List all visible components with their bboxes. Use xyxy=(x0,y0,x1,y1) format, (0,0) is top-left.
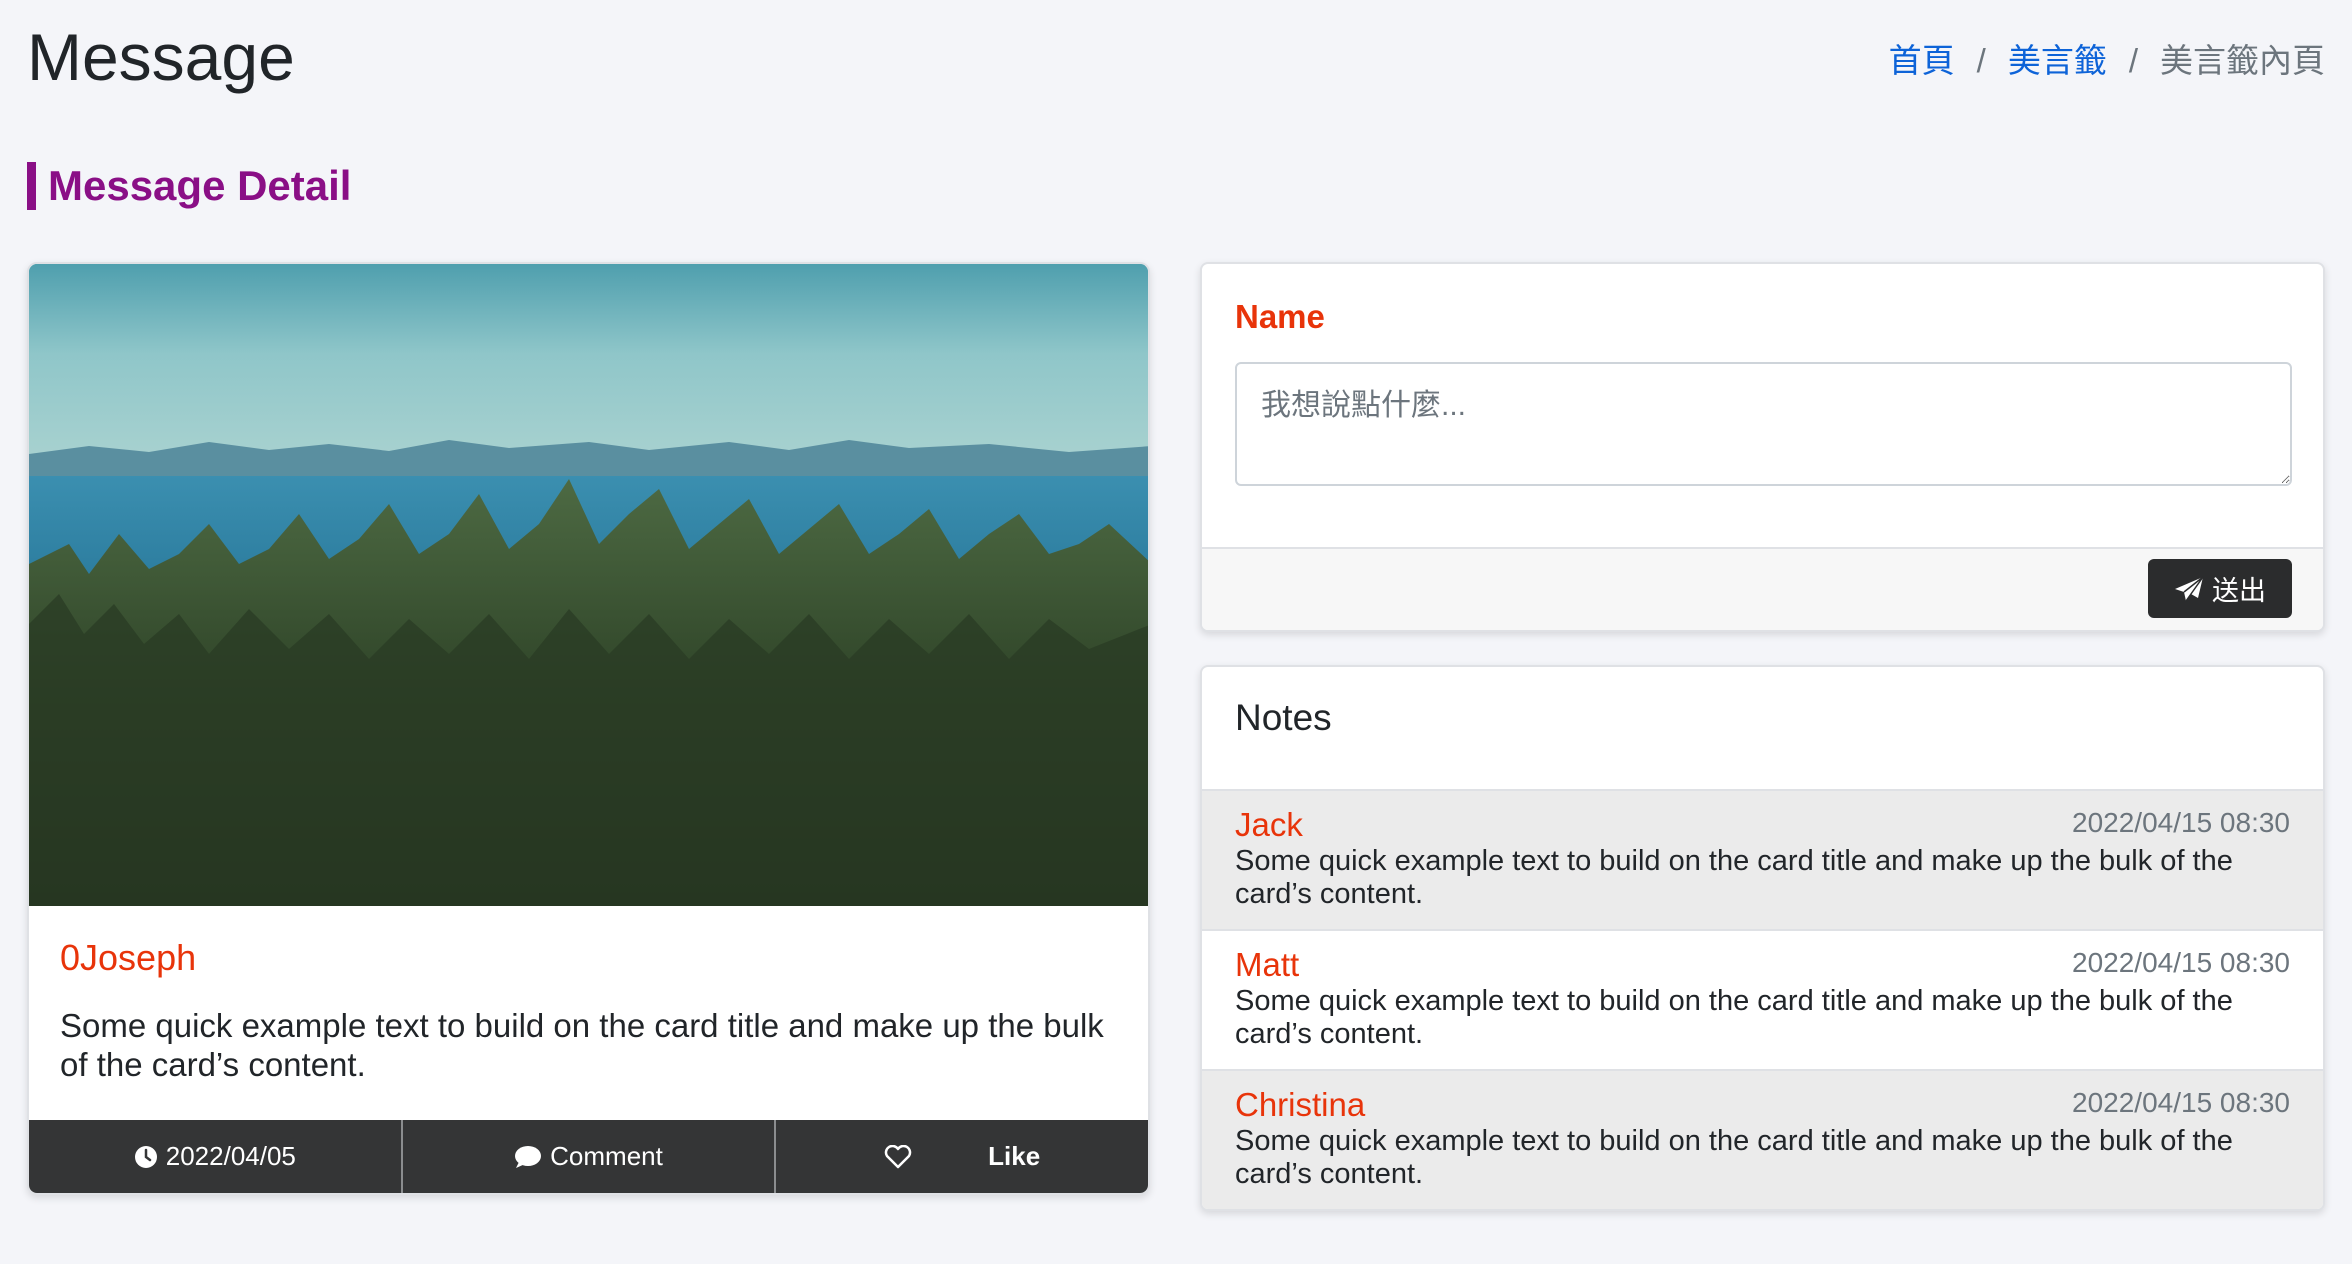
comment-button[interactable]: Comment xyxy=(403,1120,777,1193)
compose-card: Name 送出 xyxy=(1200,262,2325,632)
post-date-button: 2022/04/05 xyxy=(29,1120,403,1193)
post-date: 2022/04/05 xyxy=(165,1141,296,1171)
note-timestamp: 2022/04/15 08:30 xyxy=(2072,807,2290,838)
post-body: 0Joseph Some quick example text to build… xyxy=(29,906,1148,1124)
send-button[interactable]: 送出 xyxy=(2148,559,2292,618)
name-label: Name xyxy=(1235,298,1325,335)
notes-title: Notes xyxy=(1202,667,2323,791)
post-footer: 2022/04/05 Comment Like xyxy=(29,1120,1148,1193)
comment-icon xyxy=(515,1145,542,1168)
post-text: Some quick example text to build on the … xyxy=(60,1007,1104,1083)
post-card: 0Joseph Some quick example text to build… xyxy=(27,262,1150,1195)
like-button[interactable]: Like xyxy=(776,1120,1148,1193)
comment-label: Comment xyxy=(550,1141,663,1171)
like-label: Like xyxy=(988,1141,1041,1171)
breadcrumb-current: 美言籤內頁 xyxy=(2160,42,2325,79)
post-author: 0Joseph xyxy=(60,937,197,978)
breadcrumb-quotes-link[interactable]: 美言籤 xyxy=(2008,26,2107,96)
page-header: Message 首頁 / 美言籤 / 美言籤內頁 xyxy=(27,12,2325,102)
send-label: 送出 xyxy=(2212,576,2266,606)
compose-footer: 送出 xyxy=(1202,547,2323,630)
note-item: Christina 2022/04/15 08:30 Some quick ex… xyxy=(1202,1071,2323,1209)
note-timestamp: 2022/04/15 08:30 xyxy=(2072,1087,2290,1118)
note-timestamp: 2022/04/15 08:30 xyxy=(2072,947,2290,978)
paper-plane-icon xyxy=(2175,575,2204,601)
note-text: Some quick example text to build on the … xyxy=(1235,1125,2233,1190)
note-text: Some quick example text to build on the … xyxy=(1235,845,2233,910)
clock-icon xyxy=(134,1145,157,1168)
breadcrumb-separator: / xyxy=(2128,42,2138,79)
breadcrumb: 首頁 / 美言籤 / 美言籤內頁 xyxy=(1889,26,2325,96)
heart-icon xyxy=(884,1144,912,1168)
note-text: Some quick example text to build on the … xyxy=(1235,985,2233,1050)
landscape-illustration xyxy=(29,264,1148,906)
message-input[interactable] xyxy=(1235,362,2292,486)
note-item: Matt 2022/04/15 08:30 Some quick example… xyxy=(1202,931,2323,1071)
page-title: Message xyxy=(27,20,295,94)
post-image xyxy=(29,264,1148,906)
note-item: Jack 2022/04/15 08:30 Some quick example… xyxy=(1202,791,2323,931)
notes-card: Notes Jack 2022/04/15 08:30 Some quick e… xyxy=(1200,665,2325,1211)
breadcrumb-home-link[interactable]: 首頁 xyxy=(1889,26,1955,96)
section-title: Message Detail xyxy=(27,162,351,210)
breadcrumb-separator: / xyxy=(1976,42,1986,79)
